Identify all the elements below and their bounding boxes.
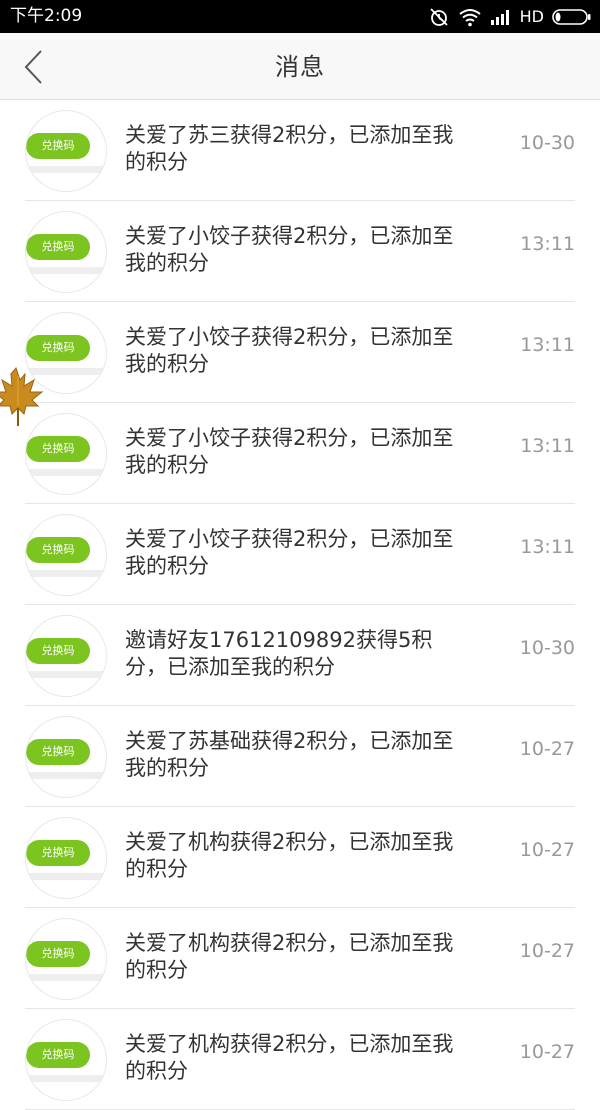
avatar-stripe — [26, 1075, 106, 1082]
message-time: 10-30 — [519, 637, 575, 659]
battery-icon — [552, 8, 592, 26]
message-time: 13:11 — [520, 536, 575, 558]
redeem-code-badge: 兑换码 — [26, 638, 90, 664]
avatar-stripe — [26, 873, 106, 880]
redeem-code-badge: 兑换码 — [26, 1042, 90, 1068]
redeem-code-badge: 兑换码 — [26, 335, 90, 361]
message-text: 关爱了机构获得2积分，已添加至我的积分 — [125, 931, 454, 982]
message-text: 关爱了小饺子获得2积分，已添加至我的积分 — [125, 224, 454, 275]
avatar-stripe — [26, 267, 106, 274]
message-text: 关爱了小饺子获得2积分，已添加至我的积分 — [125, 325, 454, 376]
list-item[interactable]: 兑换码 关爱了机构获得2积分，已添加至我的积分 10-27 — [0, 908, 600, 1009]
signal-icon — [490, 8, 512, 26]
message-text: 关爱了小饺子获得2积分，已添加至我的积分 — [125, 527, 454, 578]
message-text: 关爱了小饺子获得2积分，已添加至我的积分 — [125, 426, 454, 477]
message-text: 关爱了机构获得2积分，已添加至我的积分 — [125, 830, 454, 881]
wifi-icon — [458, 7, 482, 27]
avatar: 兑换码 — [25, 716, 107, 798]
avatar-stripe — [26, 368, 106, 375]
redeem-code-badge: 兑换码 — [26, 537, 90, 563]
avatar-stripe — [26, 469, 106, 476]
list-item[interactable]: 兑换码 关爱了苏三获得2积分，已添加至我的积分 10-30 — [0, 100, 600, 201]
avatar: 兑换码 — [25, 110, 107, 192]
page-title: 消息 — [275, 53, 325, 81]
avatar: 兑换码 — [25, 918, 107, 1000]
avatar: 兑换码 — [25, 211, 107, 293]
list-item[interactable]: 兑换码 关爱了小饺子获得2积分，已添加至我的积分 13:11 — [0, 403, 600, 504]
status-bar: 下午2:09 HD — [0, 0, 600, 33]
message-time: 10-27 — [519, 839, 575, 861]
status-time: 下午2:09 — [10, 6, 83, 26]
message-time: 10-27 — [519, 1041, 575, 1063]
message-text: 关爱了机构获得2积分，已添加至我的积分 — [125, 1032, 454, 1083]
avatar: 兑换码 — [25, 312, 107, 394]
nav-bar: 消息 — [0, 33, 600, 100]
message-time: 10-30 — [519, 132, 575, 154]
message-text: 关爱了苏基础获得2积分，已添加至我的积分 — [125, 729, 454, 780]
avatar-stripe — [26, 671, 106, 678]
list-item[interactable]: 兑换码 邀请好友17612109892获得5积分，已添加至我的积分 10-30 — [0, 605, 600, 706]
avatar: 兑换码 — [25, 413, 107, 495]
avatar: 兑换码 — [25, 514, 107, 596]
avatar: 兑换码 — [25, 615, 107, 697]
message-time: 13:11 — [520, 334, 575, 356]
avatar: 兑换码 — [25, 1019, 107, 1101]
message-time: 13:11 — [520, 435, 575, 457]
list-item[interactable]: 兑换码 关爱了苏基础获得2积分，已添加至我的积分 10-27 — [0, 706, 600, 807]
list-item[interactable]: 兑换码 关爱了小饺子获得2积分，已添加至我的积分 13:11 — [0, 504, 600, 605]
avatar-stripe — [26, 166, 106, 173]
list-item[interactable]: 兑换码 关爱了小饺子获得2积分，已添加至我的积分 13:11 — [0, 201, 600, 302]
alarm-off-icon — [428, 6, 450, 28]
redeem-code-badge: 兑换码 — [26, 941, 90, 967]
redeem-code-badge: 兑换码 — [26, 436, 90, 462]
message-time: 10-27 — [519, 738, 575, 760]
network-type: HD — [519, 7, 544, 26]
avatar: 兑换码 — [25, 817, 107, 899]
redeem-code-badge: 兑换码 — [26, 840, 90, 866]
message-list: 兑换码 关爱了苏三获得2积分，已添加至我的积分 10-30 兑换码 关爱了小饺子… — [0, 100, 600, 1110]
list-item[interactable]: 兑换码 关爱了机构获得2积分，已添加至我的积分 10-27 — [0, 807, 600, 908]
redeem-code-badge: 兑换码 — [26, 234, 90, 260]
message-time: 10-27 — [519, 940, 575, 962]
avatar-stripe — [26, 570, 106, 577]
redeem-code-badge: 兑换码 — [26, 739, 90, 765]
list-item[interactable]: 兑换码 关爱了机构获得2积分，已添加至我的积分 10-27 — [0, 1009, 600, 1110]
message-text: 邀请好友17612109892获得5积分，已添加至我的积分 — [125, 628, 433, 679]
status-icons: HD — [428, 4, 592, 29]
message-time: 13:11 — [520, 233, 575, 255]
message-text: 关爱了苏三获得2积分，已添加至我的积分 — [125, 123, 454, 174]
avatar-stripe — [26, 772, 106, 779]
list-item[interactable]: 兑换码 关爱了小饺子获得2积分，已添加至我的积分 13:11 — [0, 302, 600, 403]
avatar-stripe — [26, 974, 106, 981]
redeem-code-badge: 兑换码 — [26, 133, 90, 159]
